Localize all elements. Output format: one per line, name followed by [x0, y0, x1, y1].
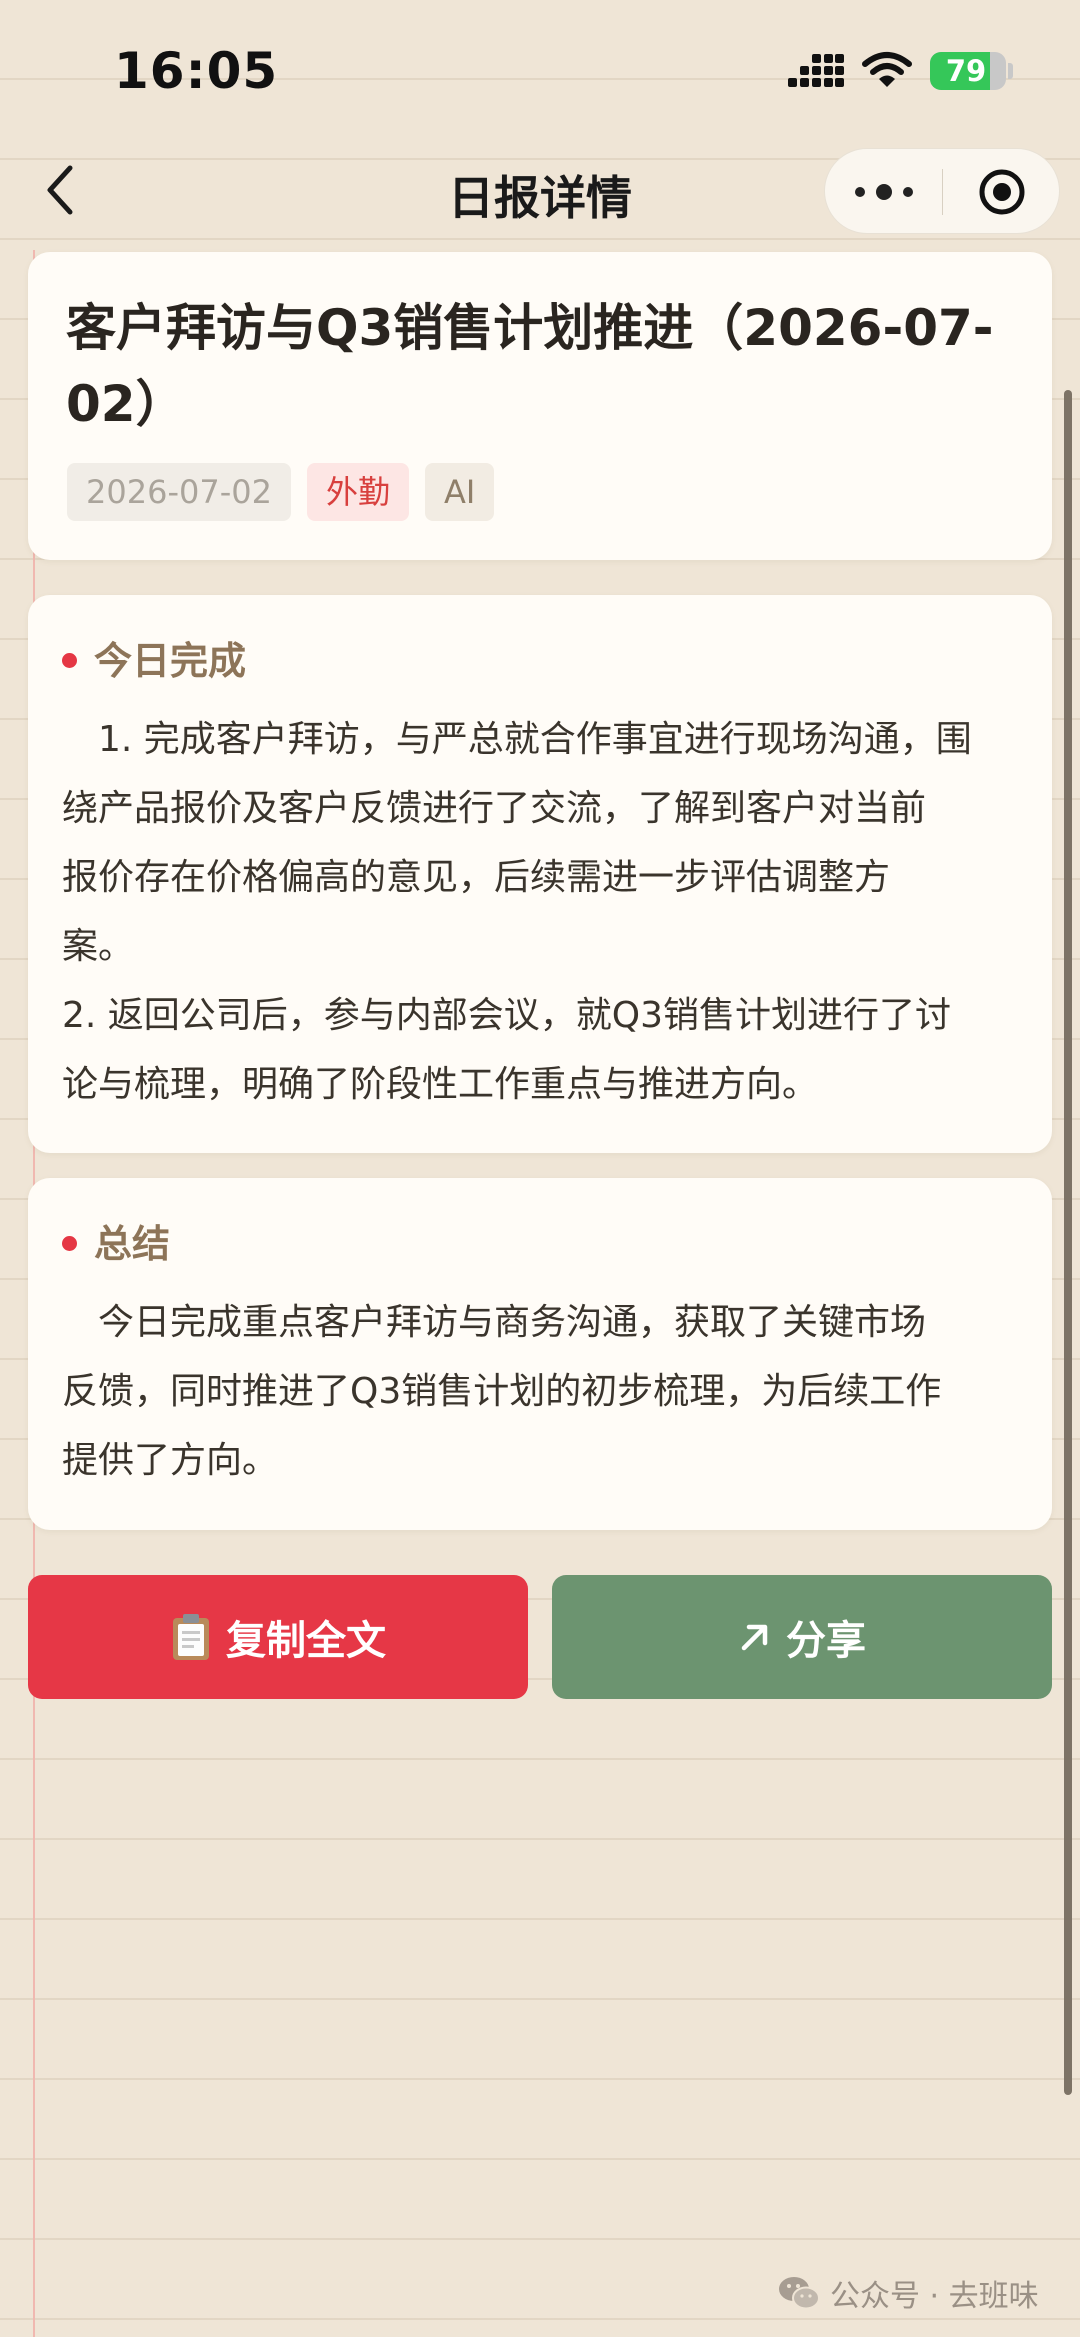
content-line: 今日完成重点客户拜访与商务沟通，获取了关键市场: [62, 1302, 927, 1343]
battery-cap: [1008, 63, 1013, 79]
date-tag: 2026-07-02: [67, 463, 291, 521]
work-type-tag: 外勤: [306, 463, 409, 521]
report-title-line: 客户拜访与Q3销售计划推进（2026-07-: [66, 299, 994, 357]
wechat-icon: [779, 2277, 820, 2310]
navigation-bar: 日报详情: [0, 140, 1080, 240]
done-today-card: 今日完成 1. 完成客户拜访，与严总就合作事宜进行现场沟通，围 绕产品报价及客户…: [28, 595, 1052, 1153]
content-line: 案。: [62, 926, 135, 967]
section-title-done: 今日完成: [94, 639, 247, 683]
status-bar: 16:05 79: [0, 0, 1080, 130]
scrollbar[interactable]: [1064, 390, 1072, 2095]
section-title-summary: 总结: [94, 1222, 171, 1266]
copy-all-button[interactable]: 复制全文: [28, 1575, 528, 1699]
report-title-line: 02）: [66, 375, 186, 433]
copy-all-label: 复制全文: [226, 1618, 386, 1664]
content-line: 反馈，同时推进了Q3销售计划的初步梳理，为后续工作: [62, 1371, 942, 1412]
target-icon[interactable]: [977, 167, 1027, 217]
battery-icon: 79: [930, 52, 1006, 90]
battery-level: 79: [945, 54, 987, 88]
status-time: 16:05: [114, 42, 279, 100]
report-title-card: 客户拜访与Q3销售计划推进（2026-07- 02） 2026-07-02 外勤…: [28, 252, 1052, 560]
capsule-divider: [942, 169, 943, 215]
mini-program-capsule: [824, 148, 1060, 234]
report-tags: 2026-07-02 外勤 AI: [67, 463, 495, 521]
done-today-content: 1. 完成客户拜访，与严总就合作事宜进行现场沟通，围 绕产品报价及客户反馈进行了…: [62, 705, 1037, 1119]
content-line: 报价存在价格偏高的意见，后续需进一步评估调整方: [62, 857, 891, 898]
wifi-icon: [862, 52, 912, 87]
content-line: 2. 返回公司后，参与内部会议，就Q3销售计划进行了讨: [62, 995, 952, 1036]
watermark-text: 公众号 · 去班味: [830, 2279, 1039, 2314]
arrow-up-right-icon: [741, 1624, 768, 1651]
report-title: 客户拜访与Q3销售计划推进（2026-07- 02）: [66, 290, 1016, 442]
watermark: 公众号 · 去班味: [778, 2268, 1039, 2318]
red-dot-icon: [62, 1236, 77, 1251]
share-label: 分享: [786, 1618, 866, 1664]
content-line: 1. 完成客户拜访，与严总就合作事宜进行现场沟通，围: [62, 719, 972, 760]
content-line: 提供了方向。: [62, 1440, 279, 1481]
share-button[interactable]: 分享: [552, 1575, 1052, 1699]
more-dots-icon[interactable]: [853, 167, 915, 217]
content-line: 论与梳理，明确了阶段性工作重点与推进方向。: [62, 1064, 819, 1105]
summary-content: 今日完成重点客户拜访与商务沟通，获取了关键市场 反馈，同时推进了Q3销售计划的初…: [62, 1288, 1037, 1495]
red-dot-icon: [62, 653, 77, 668]
summary-card: 总结 今日完成重点客户拜访与商务沟通，获取了关键市场 反馈，同时推进了Q3销售计…: [28, 1178, 1052, 1530]
signal-icon: [788, 52, 844, 90]
clipboard-icon: [173, 1614, 209, 1660]
content-line: 绕产品报价及客户反馈进行了交流，了解到客户对当前: [62, 788, 927, 829]
ai-tag: AI: [424, 463, 495, 521]
